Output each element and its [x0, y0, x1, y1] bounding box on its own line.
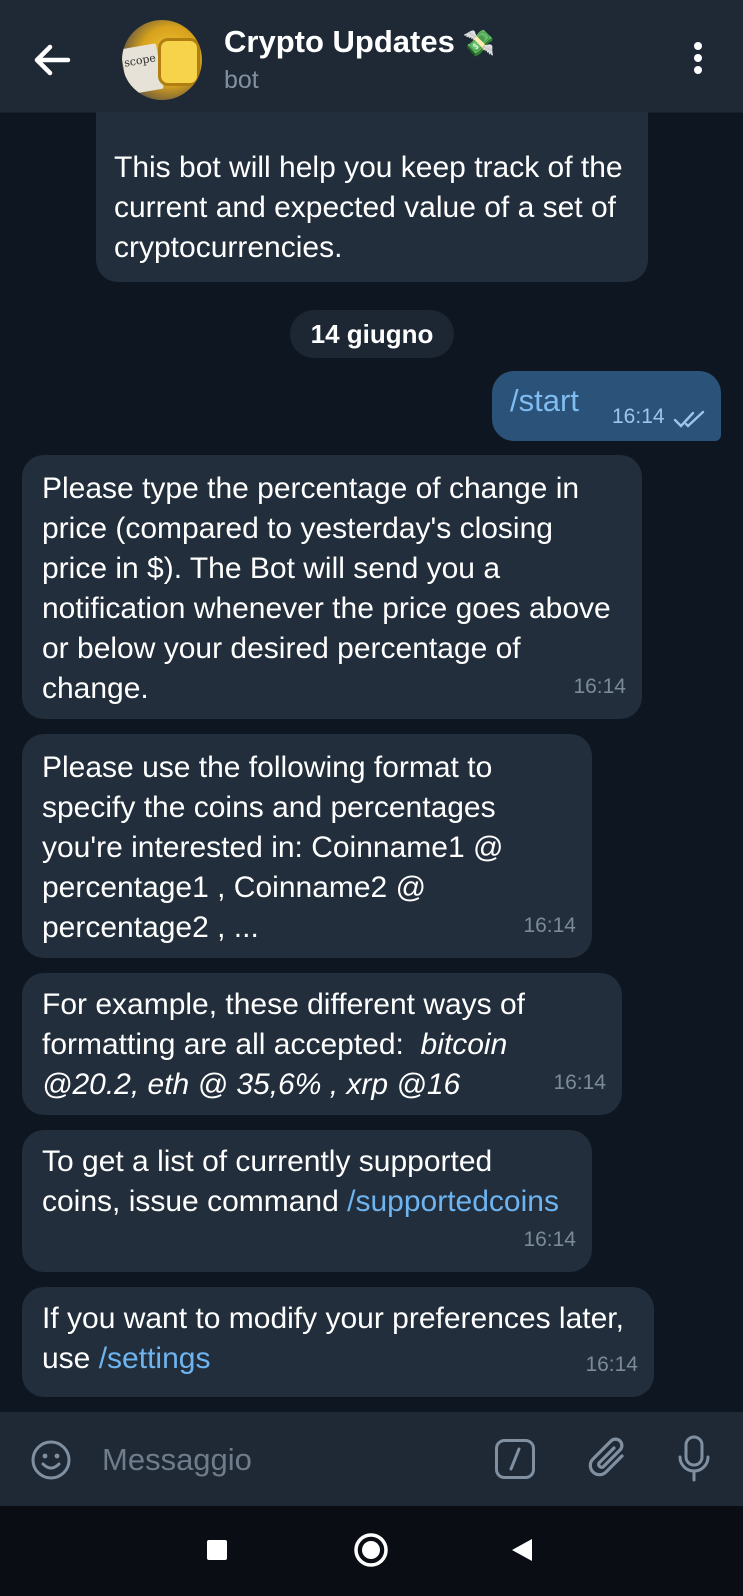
money-wings-emoji: 💸 — [462, 28, 496, 58]
message-list[interactable]: This bot will help you keep track of the… — [0, 112, 743, 1412]
message-incoming: Please type the percentage of change in … — [22, 455, 642, 719]
avatar-coin — [158, 38, 200, 86]
triangle-back-icon — [512, 1539, 532, 1561]
microphone-icon — [678, 1435, 710, 1482]
chat-title: Crypto Updates 💸 — [224, 24, 495, 60]
arrow-left-icon — [34, 44, 71, 76]
emoji-button[interactable] — [30, 1439, 72, 1481]
slash-command-icon — [495, 1439, 535, 1479]
chat-title-area[interactable]: Crypto Updates 💸 bot — [224, 24, 495, 95]
message-time: 16:14 — [523, 1228, 576, 1251]
system-back-button[interactable] — [510, 1537, 534, 1563]
message-incoming: To get a list of currently supported coi… — [22, 1130, 592, 1272]
more-vertical-icon — [678, 40, 718, 74]
paperclip-icon — [588, 1437, 624, 1477]
message-text: For example, these different ways of for… — [42, 985, 602, 1105]
smiley-icon — [31, 1440, 71, 1480]
message-incoming: Please use the following format to speci… — [22, 734, 592, 958]
voice-record-button[interactable] — [676, 1434, 712, 1484]
chat-subtitle: bot — [224, 66, 259, 94]
attach-button[interactable] — [586, 1436, 630, 1482]
message-time: 16:14 — [523, 914, 576, 937]
circle-home-icon — [354, 1533, 388, 1567]
message-text: Please type the percentage of change in … — [42, 472, 620, 705]
message-text[interactable]: /start — [510, 383, 579, 419]
bot-avatar[interactable]: scope — [122, 20, 202, 100]
home-button[interactable] — [353, 1532, 389, 1568]
square-icon — [207, 1540, 227, 1560]
more-menu-button[interactable] — [678, 40, 718, 80]
recents-button[interactable] — [206, 1539, 228, 1561]
message-composer — [0, 1412, 743, 1506]
chat-title-text: Crypto Updates — [224, 24, 455, 59]
message-outgoing: /start 16:14 — [492, 371, 721, 441]
double-check-icon — [673, 410, 705, 428]
message-text: Please use the following format to speci… — [42, 751, 512, 944]
message-intro: This bot will help you keep track of the… — [96, 112, 648, 282]
message-text: If you want to modify your preferences l… — [42, 1299, 634, 1379]
message-input[interactable] — [100, 1432, 464, 1488]
message-time: 16:14 — [553, 1071, 606, 1094]
message-text: To get a list of currently supported coi… — [42, 1142, 572, 1222]
settings-command-link[interactable]: /settings — [99, 1342, 211, 1375]
message-time: 16:14 — [585, 1353, 638, 1376]
message-time: 16:14 — [612, 405, 665, 428]
chat-header: scope Crypto Updates 💸 bot — [0, 0, 743, 113]
bot-commands-button[interactable] — [494, 1438, 536, 1480]
message-text: This bot will help you keep track of the… — [114, 151, 631, 264]
supportedcoins-command-link[interactable]: /supportedcoins — [347, 1185, 559, 1218]
message-incoming: If you want to modify your preferences l… — [22, 1287, 654, 1397]
message-time: 16:14 — [573, 675, 626, 698]
date-separator: 14 giugno — [290, 310, 454, 358]
android-navigation-bar — [0, 1506, 743, 1596]
back-button[interactable] — [30, 40, 74, 80]
message-incoming: For example, these different ways of for… — [22, 973, 622, 1115]
